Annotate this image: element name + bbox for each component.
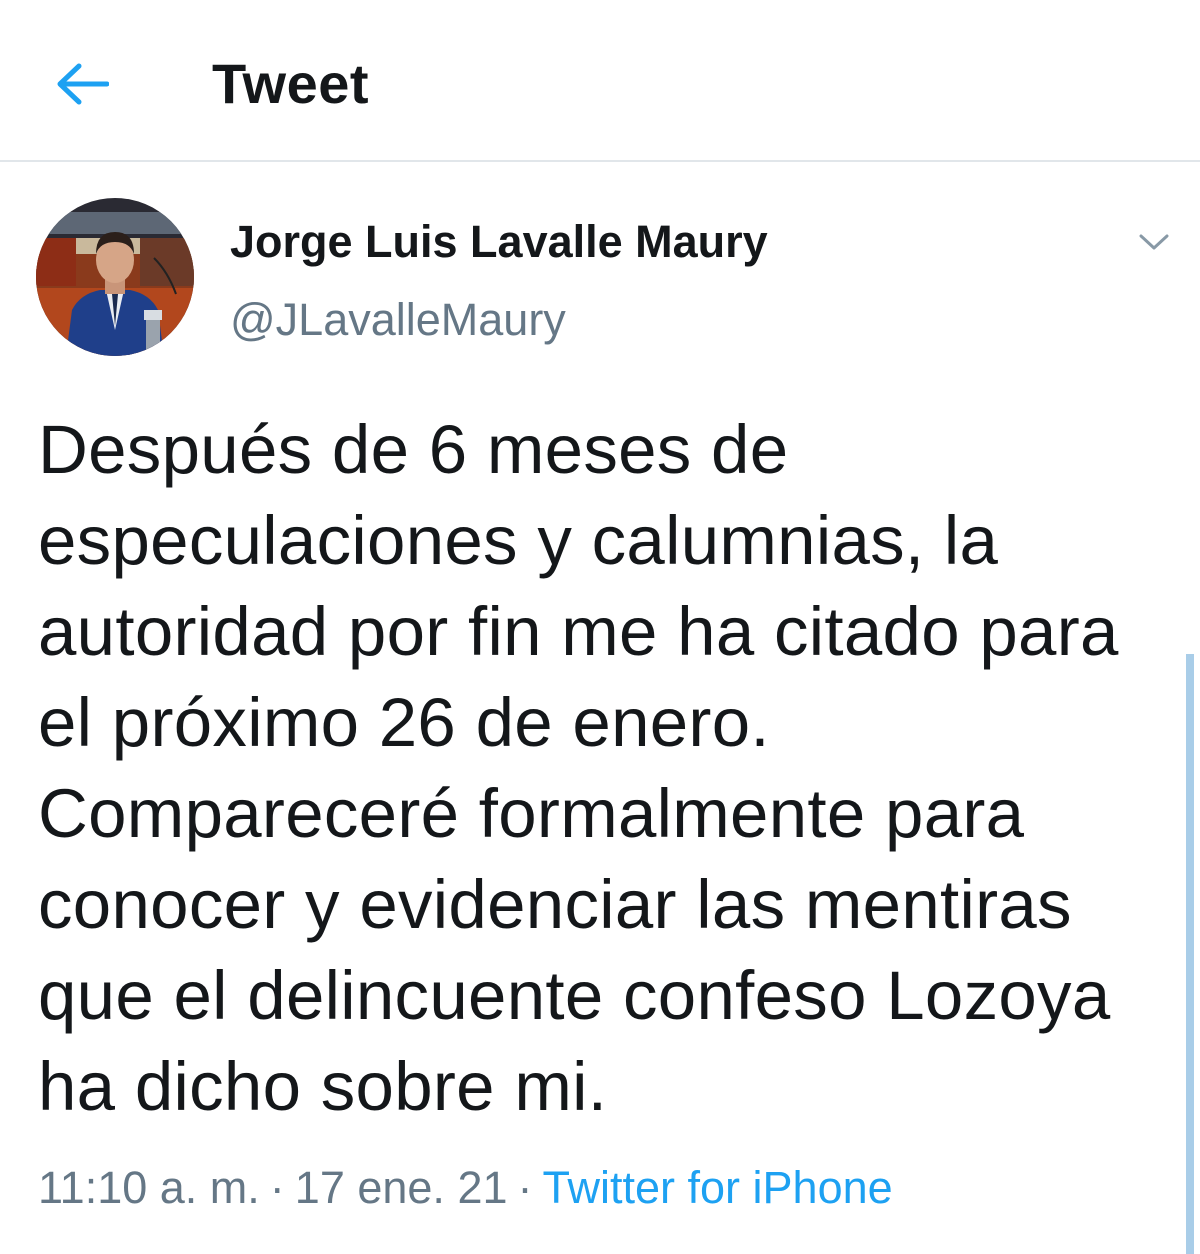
meta-separator: · <box>517 1162 533 1213</box>
chevron-down-icon <box>1139 234 1169 250</box>
page-title: Tweet <box>212 52 370 115</box>
tweet-date: 17 ene. 21 <box>294 1162 508 1213</box>
avatar[interactable] <box>36 198 194 356</box>
tweet-source-link[interactable]: Twitter for iPhone <box>543 1162 893 1213</box>
top-app-bar: Tweet <box>0 0 1200 162</box>
avatar-photo <box>36 198 194 356</box>
author-name[interactable]: Jorge Luis Lavalle Maury <box>230 214 768 270</box>
tweet-meta: 11:10 a. m. · 17 ene. 21 · Twitter for iPhon… <box>38 1160 893 1216</box>
scroll-indicator <box>1186 654 1194 1254</box>
back-arrow-icon <box>57 63 109 105</box>
meta-separator: · <box>269 1162 285 1213</box>
tweet-text: Después de 6 meses de especulaciones y c… <box>38 411 1119 1125</box>
author-handle[interactable]: @JLavalleMaury <box>230 292 566 348</box>
tweet-menu-button[interactable] <box>1130 222 1178 262</box>
back-button[interactable] <box>50 52 114 116</box>
tweet-time: 11:10 a. m. <box>38 1162 260 1213</box>
